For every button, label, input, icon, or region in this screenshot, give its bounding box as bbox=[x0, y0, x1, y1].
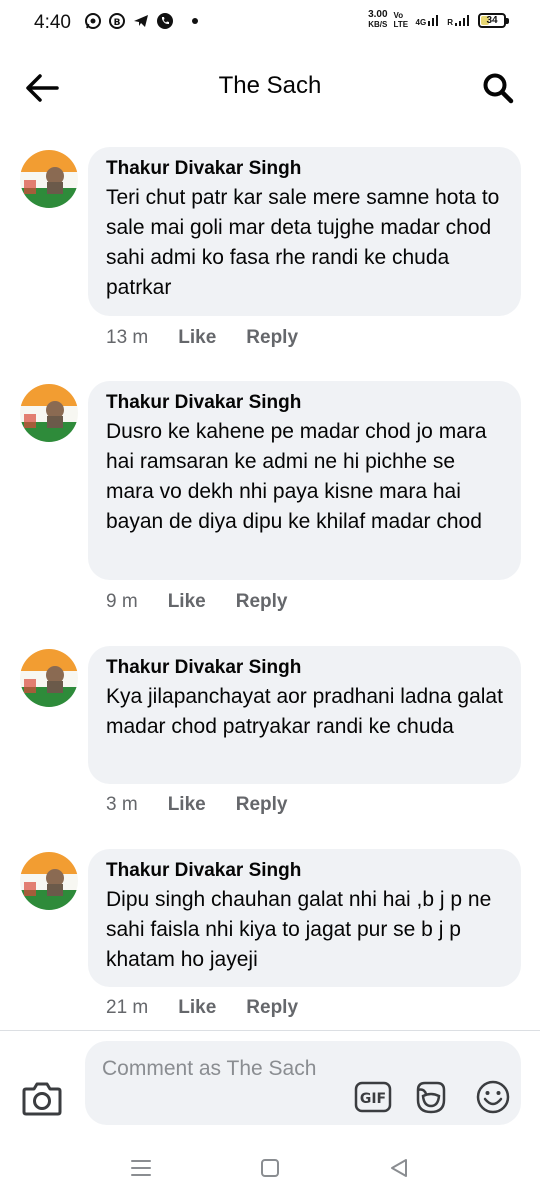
comment-author[interactable]: Thakur Divakar Singh bbox=[106, 157, 503, 181]
signal-icon bbox=[428, 15, 439, 26]
comment-text: Dusro ke kahene pe madar chod jo mara ha… bbox=[106, 420, 487, 533]
like-button[interactable]: Like bbox=[168, 794, 206, 816]
notification-icons: B bbox=[84, 12, 198, 30]
net-speed-value: 3.00 bbox=[368, 9, 388, 20]
menu-icon bbox=[131, 1160, 151, 1176]
reply-button[interactable]: Reply bbox=[236, 591, 288, 613]
comment-time[interactable]: 3 m bbox=[106, 794, 138, 816]
volte-label: Vo LTE bbox=[393, 11, 409, 29]
system-nav-bar bbox=[0, 1135, 540, 1200]
nav-menu-button[interactable] bbox=[126, 1153, 156, 1183]
comment-author[interactable]: Thakur Divakar Singh bbox=[106, 391, 503, 415]
network-type: 4G bbox=[416, 13, 442, 27]
like-button[interactable]: Like bbox=[168, 591, 206, 613]
phone-call-icon bbox=[156, 12, 174, 30]
emoji-button[interactable] bbox=[474, 1078, 512, 1116]
avatar[interactable] bbox=[20, 852, 78, 910]
camera-button[interactable] bbox=[22, 1080, 62, 1116]
comment-text: Teri chut patr kar sale mere samne hota … bbox=[106, 186, 500, 299]
comment-text: Kya jilapanchayat aor pradhani ladna gal… bbox=[106, 685, 503, 738]
roaming-label: R bbox=[447, 18, 453, 27]
avatar[interactable] bbox=[20, 384, 78, 442]
reply-button[interactable]: Reply bbox=[246, 997, 298, 1019]
reply-button[interactable]: Reply bbox=[246, 327, 298, 349]
sticker-icon bbox=[416, 1081, 446, 1114]
net-speed-unit: KB/S bbox=[368, 20, 388, 29]
battery-icon: 34 bbox=[478, 12, 509, 28]
svg-text:B: B bbox=[114, 18, 121, 28]
avatar[interactable] bbox=[20, 150, 78, 208]
comment-composer[interactable]: Comment as The Sach GIF bbox=[85, 1041, 521, 1125]
search-icon bbox=[483, 73, 514, 104]
gif-label: GIF bbox=[360, 1091, 386, 1107]
avatar[interactable] bbox=[20, 649, 78, 707]
comment-bubble[interactable]: Thakur Divakar Singh Kya jilapanchayat a… bbox=[88, 646, 521, 784]
business-icon: B bbox=[108, 12, 126, 30]
sticker-button[interactable] bbox=[412, 1078, 450, 1116]
network-speed: 3.00 KB/S bbox=[368, 10, 387, 30]
comment-actions: 9 m Like Reply bbox=[106, 591, 317, 613]
battery-percent: 34 bbox=[486, 14, 498, 26]
signal-2-icon bbox=[455, 15, 469, 26]
comment-time[interactable]: 9 m bbox=[106, 591, 138, 613]
comment-time[interactable]: 13 m bbox=[106, 327, 148, 349]
gif-icon: GIF bbox=[354, 1081, 392, 1113]
telegram-icon bbox=[132, 12, 150, 30]
reply-button[interactable]: Reply bbox=[236, 794, 288, 816]
whatsapp-icon bbox=[84, 12, 102, 30]
gif-button[interactable]: GIF bbox=[354, 1081, 392, 1113]
composer-divider bbox=[0, 1030, 540, 1031]
nav-home-button[interactable] bbox=[255, 1153, 285, 1183]
like-button[interactable]: Like bbox=[178, 327, 216, 349]
comment-bubble[interactable]: Thakur Divakar Singh Dusro ke kahene pe … bbox=[88, 381, 521, 580]
comment-author[interactable]: Thakur Divakar Singh bbox=[106, 656, 503, 680]
comment-text: Dipu singh chauhan galat nhi hai ,b j p … bbox=[106, 888, 492, 971]
search-button[interactable] bbox=[478, 70, 518, 106]
camera-icon bbox=[22, 1082, 62, 1116]
comment-author[interactable]: Thakur Divakar Singh bbox=[106, 859, 503, 883]
app-header: The Sach bbox=[0, 56, 540, 120]
like-button[interactable]: Like bbox=[178, 997, 216, 1019]
page-title: The Sach bbox=[218, 72, 322, 99]
status-indicators: 3.00 KB/S Vo LTE 4G R 34 bbox=[368, 10, 509, 30]
comment-input[interactable]: Comment as The Sach bbox=[102, 1054, 322, 1083]
comment-actions: 13 m Like Reply bbox=[106, 327, 328, 349]
home-square-icon bbox=[261, 1159, 279, 1177]
comment-time[interactable]: 21 m bbox=[106, 997, 148, 1019]
profile-picture-icon bbox=[20, 649, 78, 707]
emoji-icon bbox=[476, 1080, 510, 1114]
comment-actions: 3 m Like Reply bbox=[106, 794, 317, 816]
status-time: 4:40 bbox=[34, 12, 71, 33]
comment-bubble[interactable]: Thakur Divakar Singh Dipu singh chauhan … bbox=[88, 849, 521, 987]
profile-picture-icon bbox=[20, 150, 78, 208]
status-bar: 4:40 B 3.00 KB/S Vo LTE 4G R 34 bbox=[0, 0, 540, 48]
comment-bubble[interactable]: Thakur Divakar Singh Teri chut patr kar … bbox=[88, 147, 521, 316]
comment-actions: 21 m Like Reply bbox=[106, 997, 328, 1019]
network-type-label: 4G bbox=[415, 18, 427, 27]
more-notifications-dot bbox=[192, 18, 198, 24]
roaming-signal: R bbox=[447, 13, 472, 27]
profile-picture-icon bbox=[20, 384, 78, 442]
profile-picture-icon bbox=[20, 852, 78, 910]
triangle-back-icon bbox=[391, 1159, 407, 1177]
nav-back-button[interactable] bbox=[384, 1153, 414, 1183]
